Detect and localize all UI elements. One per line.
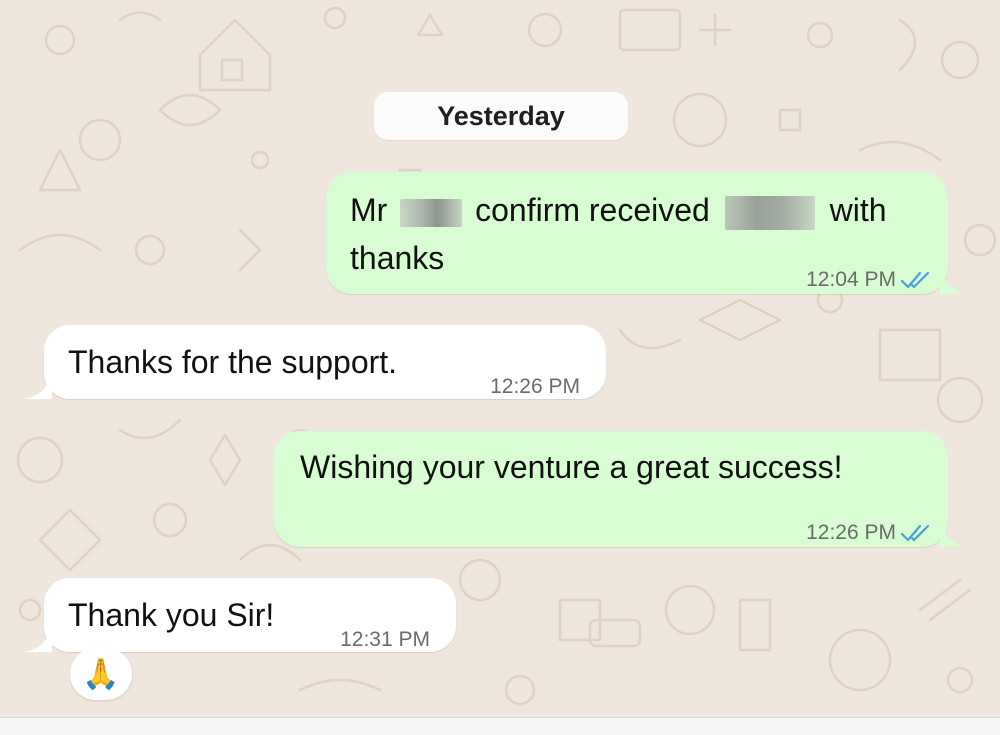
bubble-tail bbox=[940, 268, 970, 294]
message-time: 12:26 PM bbox=[806, 521, 896, 544]
double-check-icon bbox=[900, 271, 930, 289]
message-text: Thanks for the support. bbox=[68, 344, 398, 380]
folded-hands-emoji: 🙏 bbox=[82, 657, 120, 691]
message-text-line-2: thanks bbox=[350, 240, 445, 276]
message-meta: 12:26 PM bbox=[806, 509, 932, 557]
message-time: 12:26 PM bbox=[490, 375, 580, 398]
redacted-name bbox=[400, 198, 463, 227]
message-text: Wishing your venture a great success! bbox=[300, 449, 843, 485]
input-bar-edge bbox=[0, 717, 1000, 735]
message-time: 12:31 PM bbox=[340, 628, 430, 651]
message-text-fragment: confirm received bbox=[475, 192, 710, 228]
message-text-fragment: Mr bbox=[350, 192, 388, 228]
bubble-tail bbox=[22, 373, 52, 399]
outgoing-message-bubble[interactable]: Wishing your venture a great success! 12… bbox=[274, 431, 970, 547]
incoming-message-bubble[interactable]: Thanks for the support. 12:26 PM bbox=[22, 325, 606, 399]
message-meta: 12:31 PM bbox=[340, 616, 430, 664]
outgoing-message-bubble[interactable]: Mr confirm received with thanks 12:04 PM bbox=[326, 172, 970, 294]
bubble-tail bbox=[940, 521, 970, 547]
message-meta: 12:04 PM bbox=[806, 256, 932, 304]
message-text: Thank you Sir! bbox=[68, 597, 275, 633]
message-text-line-1: Mr confirm received with bbox=[350, 186, 887, 234]
redacted-amount bbox=[724, 195, 815, 230]
double-check-icon bbox=[900, 524, 930, 542]
message-time: 12:04 PM bbox=[806, 268, 896, 291]
message-meta: 12:26 PM bbox=[490, 363, 580, 411]
bubble-tail bbox=[22, 626, 52, 652]
date-separator: Yesterday bbox=[374, 92, 628, 140]
reaction-badge[interactable]: 🙏 bbox=[70, 648, 132, 700]
incoming-message-bubble[interactable]: Thank you Sir! 12:31 PM bbox=[22, 578, 456, 652]
message-text-fragment: with bbox=[829, 192, 887, 228]
